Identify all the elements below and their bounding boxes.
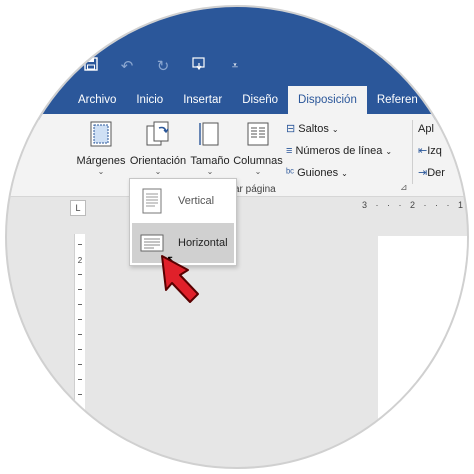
page-setup-list: ⊟ Saltos ⌄ ≡ Números de línea ⌄ ᵇᶜ Guion… <box>286 118 392 184</box>
tamano-caret-icon: ⌄ <box>206 167 214 176</box>
indent-right-icon: ⇥ <box>418 167 428 179</box>
redo-icon[interactable]: ↻ <box>154 57 172 75</box>
vertical-ruler: 2 <box>74 234 85 464</box>
numeros-linea-button[interactable]: ≡ Números de línea ⌄ <box>286 140 392 162</box>
indent-left-icon: ⇤ <box>418 145 428 157</box>
saltos-caret-icon: ⌄ <box>331 125 339 134</box>
izq-label: Izq <box>427 145 442 157</box>
orientation-icon <box>146 121 169 146</box>
ruler-tick <box>78 439 82 440</box>
breaks-icon: ⊟ <box>286 123 296 135</box>
quick-access-toolbar: ↶ ↻ ⩡ <box>82 56 244 76</box>
margenes-button[interactable]: Márgenes ⌄ <box>74 120 128 176</box>
screenshot-stage: ↶ ↻ ⩡ Archivo Inicio Insertar Diseño Dis… <box>0 0 474 474</box>
paragraph-group: Apl ⇤Izq ⇥Der <box>418 118 445 184</box>
line-numbers-icon: ≡ <box>286 145 293 157</box>
tamano-button[interactable]: Tamaño ⌄ <box>188 120 232 176</box>
vertical-label: Vertical <box>178 195 215 207</box>
pointer-arrow-icon <box>161 255 199 303</box>
ruler-tick <box>78 409 82 410</box>
margenes-label: Márgenes <box>76 155 126 167</box>
ruler-tick <box>78 304 82 305</box>
tab-diseno[interactable]: Diseño <box>232 86 288 114</box>
numeros-linea-label: Números de línea <box>295 145 383 157</box>
circular-frame: ↶ ↻ ⩡ Archivo Inicio Insertar Diseño Dis… <box>5 5 469 469</box>
guiones-caret-icon: ⌄ <box>341 169 348 178</box>
margins-icon <box>90 121 112 147</box>
indent-left-button[interactable]: ⇤Izq <box>418 140 445 162</box>
dialog-launcher-icon[interactable]: ⊿ <box>400 182 408 193</box>
ruler-tick <box>78 364 82 365</box>
columnas-button[interactable]: Columnas ⌄ <box>232 120 284 176</box>
menu-item-vertical[interactable]: Vertical <box>132 181 234 221</box>
saltos-button[interactable]: ⊟ Saltos ⌄ <box>286 118 392 140</box>
ribbon-separator <box>412 120 413 184</box>
tab-referencias[interactable]: Referen <box>367 86 428 114</box>
ruler-tick <box>78 334 82 335</box>
hyphenation-icon: ᵇᶜ <box>286 167 295 179</box>
orientacion-label: Orientación <box>129 155 187 167</box>
numeros-linea-caret-icon: ⌄ <box>385 147 393 156</box>
horizontal-label: Horizontal <box>178 237 228 249</box>
ribbon-panel: Márgenes ⌄ Orientación ⌄ Tamaño ⌄ Column… <box>7 114 467 197</box>
saltos-label: Saltos <box>298 123 329 135</box>
ruler-tick <box>78 289 82 290</box>
vertical-ruler-mark: 2 <box>77 256 83 265</box>
ruler-tick <box>78 274 82 275</box>
indent-right-button[interactable]: ⇥Der <box>418 162 445 184</box>
orientacion-caret-icon: ⌄ <box>154 167 162 176</box>
columns-icon <box>247 122 269 146</box>
tab-archivo[interactable]: Archivo <box>68 86 126 114</box>
tab-inicio[interactable]: Inicio <box>126 86 173 114</box>
aplicar-label: Apl <box>418 123 434 135</box>
guiones-label: Guiones <box>297 167 339 179</box>
guiones-button[interactable]: ᵇᶜ Guiones ⌄ <box>286 162 392 184</box>
size-icon <box>199 122 219 146</box>
margenes-caret-icon: ⌄ <box>97 167 105 176</box>
title-bar: ↶ ↻ ⩡ Archivo Inicio Insertar Diseño Dis… <box>7 7 467 120</box>
der-label: Der <box>427 167 445 179</box>
horizontal-ruler: 3 · · · 2 · · · 1 <box>362 200 467 210</box>
tamano-label: Tamaño <box>190 155 230 167</box>
ruler-tick <box>78 244 82 245</box>
save-icon[interactable] <box>82 57 100 75</box>
portrait-page-icon <box>142 188 162 214</box>
ribbon-tabs: Archivo Inicio Insertar Diseño Disposici… <box>68 86 428 114</box>
ruler-tick <box>78 394 82 395</box>
tab-insertar[interactable]: Insertar <box>173 86 232 114</box>
document-page[interactable] <box>378 236 467 467</box>
orientacion-button[interactable]: Orientación ⌄ <box>128 120 188 176</box>
ruler-tick <box>78 424 82 425</box>
group-label-configurar-pagina: ar página <box>234 184 276 195</box>
columnas-caret-icon: ⌄ <box>254 167 262 176</box>
ruler-tab-selector[interactable]: L <box>70 200 86 216</box>
ruler-tick <box>78 319 82 320</box>
touch-mode-icon[interactable] <box>190 56 208 76</box>
ruler-tick <box>78 379 82 380</box>
customize-qat-icon[interactable]: ⩡ <box>226 60 244 73</box>
word-window: ↶ ↻ ⩡ Archivo Inicio Insertar Diseño Dis… <box>7 7 467 467</box>
tab-disposicion[interactable]: Disposición <box>288 86 367 114</box>
ruler-tick <box>78 349 82 350</box>
undo-icon[interactable]: ↶ <box>118 57 136 75</box>
columnas-label: Columnas <box>233 155 283 167</box>
